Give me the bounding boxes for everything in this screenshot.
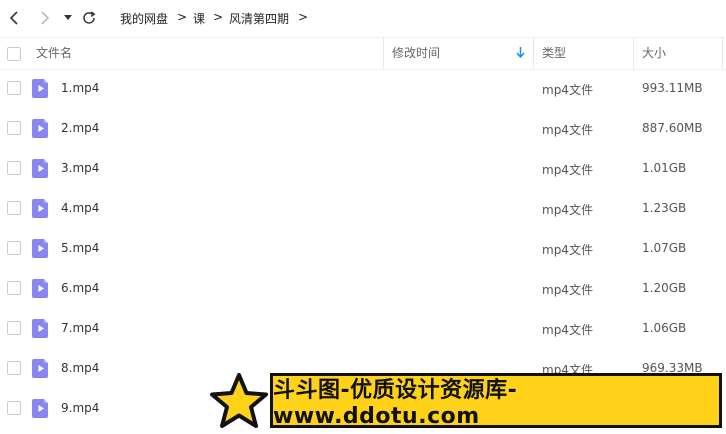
row-checkbox[interactable] [7,361,21,375]
row-checkbox[interactable] [7,81,21,95]
star-icon [206,372,272,430]
column-divider[interactable] [533,38,534,69]
row-checkbox[interactable] [7,281,21,295]
back-icon[interactable] [5,9,23,27]
file-size: 1.23GB [642,201,687,215]
column-divider[interactable] [633,38,634,69]
file-type: mp4文件 [542,203,593,217]
watermark-banner: 斗斗图-优质设计资源库-www.ddotu.com [270,373,722,429]
table-row[interactable]: 5.mp4 mp4文件 1.07GB [0,228,726,268]
file-name[interactable]: 4.mp4 [61,201,99,215]
video-file-icon [32,239,50,258]
column-header-type[interactable]: 类型 [542,38,566,69]
file-name[interactable]: 5.mp4 [61,241,99,255]
video-file-icon [32,399,50,418]
refresh-icon[interactable] [80,9,98,27]
row-checkbox[interactable] [7,201,21,215]
table-row[interactable]: 6.mp4 mp4文件 1.20GB [0,268,726,308]
column-header-size[interactable]: 大小 [642,38,666,69]
column-header-name[interactable]: 文件名 [36,38,72,69]
file-size: 887.60MB [642,121,703,135]
dropdown-icon[interactable] [59,9,77,27]
video-file-icon [32,319,50,338]
file-type: mp4文件 [542,83,593,97]
video-file-icon [32,359,50,378]
video-file-icon [32,279,50,298]
file-size: 1.20GB [642,281,687,295]
forward-icon[interactable] [36,9,54,27]
file-name[interactable]: 1.mp4 [61,81,99,95]
video-file-icon [32,79,50,98]
table-row[interactable]: 7.mp4 mp4文件 1.06GB [0,308,726,348]
file-name[interactable]: 6.mp4 [61,281,99,295]
select-all-checkbox[interactable] [7,47,21,61]
row-checkbox[interactable] [7,401,21,415]
file-size: 993.11MB [642,81,703,95]
file-type: mp4文件 [542,123,593,137]
file-size: 1.07GB [642,241,687,255]
breadcrumb-item-root[interactable]: 我的网盘 [120,10,168,27]
table-row[interactable]: 2.mp4 mp4文件 887.60MB [0,108,726,148]
file-name[interactable]: 3.mp4 [61,161,99,175]
video-file-icon [32,199,50,218]
table-row[interactable]: 1.mp4 mp4文件 993.11MB [0,68,726,108]
file-name[interactable]: 9.mp4 [61,401,99,415]
file-type: mp4文件 [542,163,593,177]
column-header-modified[interactable]: 修改时间 [392,38,440,69]
breadcrumb-separator: > [213,10,224,24]
breadcrumb-item-current[interactable]: 风清第四期 [229,10,289,27]
file-type: mp4文件 [542,243,593,257]
column-divider[interactable] [722,38,723,69]
file-size: 1.06GB [642,321,687,335]
file-size: 1.01GB [642,161,687,175]
top-bar: 我的网盘 > 课 > 风清第四期 > [0,0,726,36]
row-checkbox[interactable] [7,321,21,335]
row-checkbox[interactable] [7,241,21,255]
video-file-icon [32,119,50,138]
file-type: mp4文件 [542,323,593,337]
table-row[interactable]: 4.mp4 mp4文件 1.23GB [0,188,726,228]
file-name[interactable]: 2.mp4 [61,121,99,135]
file-name[interactable]: 7.mp4 [61,321,99,335]
table-row[interactable]: 3.mp4 mp4文件 1.01GB [0,148,726,188]
video-file-icon [32,159,50,178]
column-divider[interactable] [383,38,384,69]
watermark-text: 斗斗图-优质设计资源库-www.ddotu.com [273,378,518,429]
file-type: mp4文件 [542,283,593,297]
sort-desc-icon[interactable] [516,39,525,70]
table-header: 文件名 修改时间 类型 大小 [0,37,726,70]
breadcrumb-separator: > [177,10,188,24]
breadcrumb-separator: > [298,10,309,24]
row-checkbox[interactable] [7,161,21,175]
breadcrumb-item-course[interactable]: 课 [193,10,205,27]
row-checkbox[interactable] [7,121,21,135]
file-name[interactable]: 8.mp4 [61,361,99,375]
